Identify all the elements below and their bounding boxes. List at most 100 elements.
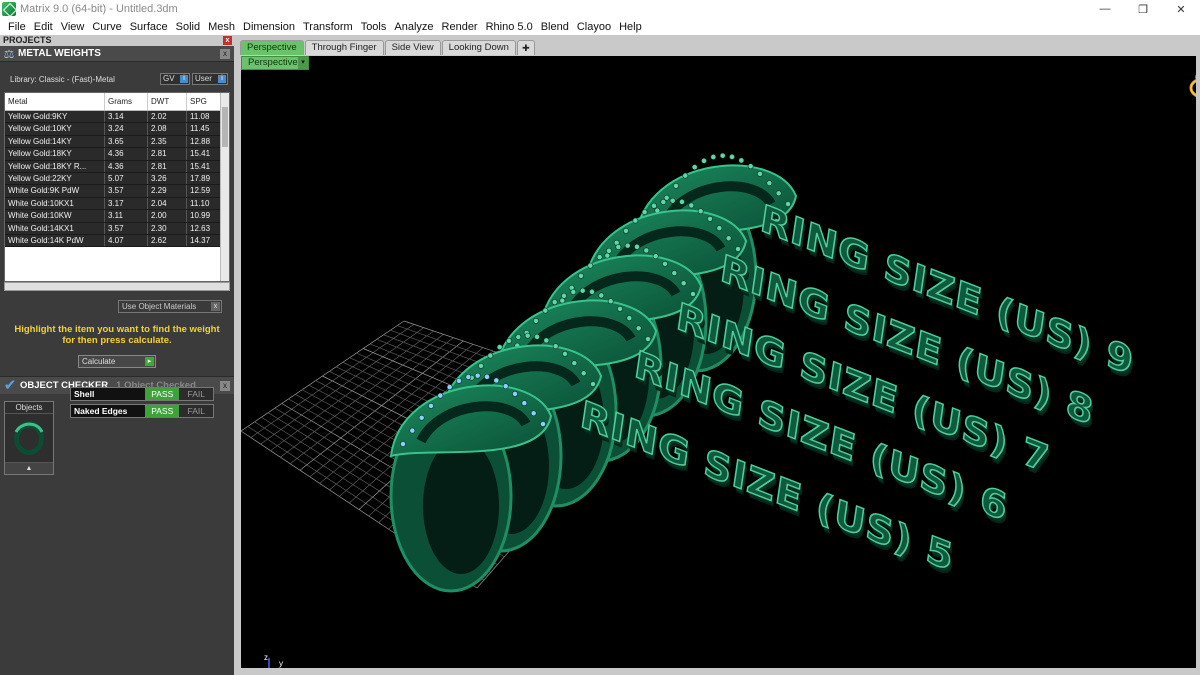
cell-dwt: 2.62 [148, 234, 187, 247]
menu-mesh[interactable]: Mesh [204, 21, 239, 33]
perspective-viewport[interactable]: RING SIZE (US) 9 RING SIZE (US) 8 RING SIZ… [241, 56, 1196, 668]
cell-grams: 4.36 [105, 160, 148, 172]
column-header-grams[interactable]: Grams [105, 93, 148, 110]
calculate-button[interactable]: Calculate ▸ [78, 355, 156, 368]
cell-grams: 3.24 [105, 123, 148, 135]
table-row[interactable]: White Gold:14KX1 3.57 2.30 12.63 [5, 222, 229, 235]
cell-grams: 4.36 [105, 148, 148, 160]
menu-curve[interactable]: Curve [88, 21, 125, 33]
cell-dwt: 2.08 [148, 123, 187, 135]
tab-looking-down[interactable]: Looking Down [441, 40, 516, 55]
objects-scroll-up-button[interactable]: ▲ [5, 462, 53, 474]
check-row-shell: Shell PASS FAIL [70, 387, 214, 401]
view-dropdown-arrow-icon[interactable]: ▾ [298, 57, 308, 69]
user-info-icon[interactable]: i [218, 75, 226, 83]
viewport-scene[interactable] [241, 56, 1196, 668]
gv-toggle[interactable]: GV i [160, 73, 190, 85]
cell-metal: Yellow Gold:9KY [5, 111, 105, 123]
column-header-dwt[interactable]: DWT [148, 93, 187, 110]
checkmark-icon: ✔ [3, 376, 17, 394]
ring-thumbnail[interactable] [5, 414, 53, 462]
table-row[interactable]: White Gold:10KX1 3.17 2.04 11.10 [5, 197, 229, 211]
table-row[interactable]: Yellow Gold:10KY 3.24 2.08 11.45 [5, 123, 229, 136]
table-row[interactable]: Yellow Gold:9KY 3.14 2.02 11.08 [5, 111, 229, 124]
menu-transform[interactable]: Transform [299, 21, 357, 33]
objects-thumbnail-box[interactable]: Objects ▲ [4, 401, 54, 475]
cell-metal: White Gold:14K PdW [5, 234, 105, 247]
menu-rhino[interactable]: Rhino 5.0 [482, 21, 537, 33]
user-toggle[interactable]: User i [192, 73, 228, 85]
naked-edges-fail-badge: FAIL [179, 405, 213, 417]
cell-dwt: 3.26 [148, 172, 187, 185]
menu-dimension[interactable]: Dimension [239, 21, 299, 33]
cell-grams: 5.07 [105, 172, 148, 185]
projects-close-button[interactable]: x [223, 36, 232, 45]
metal-weights-header[interactable]: ⚖ METAL WEIGHTS x [0, 46, 234, 62]
use-object-materials-field[interactable]: Use Object Materials x [118, 300, 222, 313]
table-row[interactable]: Yellow Gold:14KY 3.65 2.35 12.88 [5, 135, 229, 149]
menu-view[interactable]: View [57, 21, 89, 33]
object-checker-close-button[interactable]: x [220, 381, 230, 391]
objects-label: Objects [5, 402, 53, 414]
matrix-app-icon [2, 2, 16, 16]
tab-side-view[interactable]: Side View [384, 40, 441, 55]
table-row[interactable]: Yellow Gold:18KY R... 4.36 2.81 15.41 [5, 160, 229, 173]
menu-file[interactable]: File [4, 21, 30, 33]
table-row[interactable]: Yellow Gold:18KY 4.36 2.81 15.41 [5, 148, 229, 161]
add-tab-button[interactable]: ✚ [516, 40, 535, 55]
left-panel: PROJECTS x ⚖ METAL WEIGHTS x Library: Cl… [0, 35, 234, 675]
column-header-spg[interactable]: SPG [187, 93, 221, 110]
maximize-button[interactable]: ❐ [1124, 0, 1162, 18]
menu-help[interactable]: Help [615, 21, 646, 33]
table-row[interactable]: Yellow Gold:22KY 5.07 3.26 17.89 [5, 172, 229, 186]
menu-render[interactable]: Render [438, 21, 482, 33]
library-label: Library: Classic - (Fast)-Metal [10, 74, 115, 84]
cell-spg: 11.08 [187, 111, 221, 123]
metal-weights-title: METAL WEIGHTS [18, 48, 101, 59]
column-header-metal[interactable]: Metal [5, 93, 105, 110]
scrollbar-thumb[interactable] [222, 107, 228, 147]
active-view-label: Perspective [248, 57, 298, 68]
cell-metal: Yellow Gold:18KY [5, 148, 105, 160]
use-object-materials-label: Use Object Materials [122, 302, 197, 311]
menu-edit[interactable]: Edit [30, 21, 57, 33]
minimize-button[interactable]: — [1086, 0, 1124, 18]
cell-metal: White Gold:14KX1 [5, 222, 105, 234]
table-horizontal-scrollbar[interactable] [4, 282, 230, 291]
cell-grams: 3.57 [105, 222, 148, 234]
metal-weights-table: Metal Grams DWT SPG Yellow Gold:9KY 3.14 2… [4, 92, 230, 282]
cell-spg: 10.99 [187, 210, 221, 222]
table-row[interactable]: White Gold:14K PdW 4.07 2.62 14.37 [5, 234, 229, 248]
table-row[interactable]: White Gold:9K PdW 3.57 2.29 12.59 [5, 185, 229, 198]
cell-grams: 4.07 [105, 234, 148, 247]
menu-analyze[interactable]: Analyze [390, 21, 437, 33]
menu-clayoo[interactable]: Clayoo [573, 21, 615, 33]
cell-dwt: 2.00 [148, 210, 187, 222]
tab-through-finger[interactable]: Through Finger [304, 40, 384, 55]
table-vertical-scrollbar[interactable] [220, 93, 229, 281]
table-row[interactable]: White Gold:10KW 3.11 2.00 10.99 [5, 210, 229, 223]
shell-pass-badge: PASS [144, 388, 180, 400]
tab-perspective[interactable]: Perspective [240, 40, 304, 55]
menu-solid[interactable]: Solid [172, 21, 204, 33]
calculate-label: Calculate [82, 357, 116, 366]
cell-grams: 3.65 [105, 135, 148, 148]
cell-grams: 3.11 [105, 210, 148, 222]
view-name-dropdown[interactable]: Perspective ▾ [241, 56, 309, 70]
use-object-materials-clear-icon[interactable]: x [211, 302, 220, 311]
gv-info-icon[interactable]: i [180, 75, 188, 83]
cell-metal: Yellow Gold:14KY [5, 135, 105, 148]
menu-blend[interactable]: Blend [537, 21, 573, 33]
window-controls: — ❐ ✕ [1086, 0, 1200, 18]
scale-icon: ⚖ [3, 46, 15, 61]
weight-hint-text: Highlight the item you want to find the … [14, 324, 220, 346]
cell-grams: 3.17 [105, 197, 148, 210]
metal-weights-close-button[interactable]: x [220, 49, 230, 59]
close-window-button[interactable]: ✕ [1162, 0, 1200, 18]
menu-tools[interactable]: Tools [357, 21, 391, 33]
menu-surface[interactable]: Surface [126, 21, 172, 33]
check-label-shell: Shell [71, 388, 145, 400]
cell-spg: 15.41 [187, 160, 221, 172]
check-row-naked-edges: Naked Edges PASS FAIL [70, 404, 214, 418]
cell-dwt: 2.81 [148, 148, 187, 160]
